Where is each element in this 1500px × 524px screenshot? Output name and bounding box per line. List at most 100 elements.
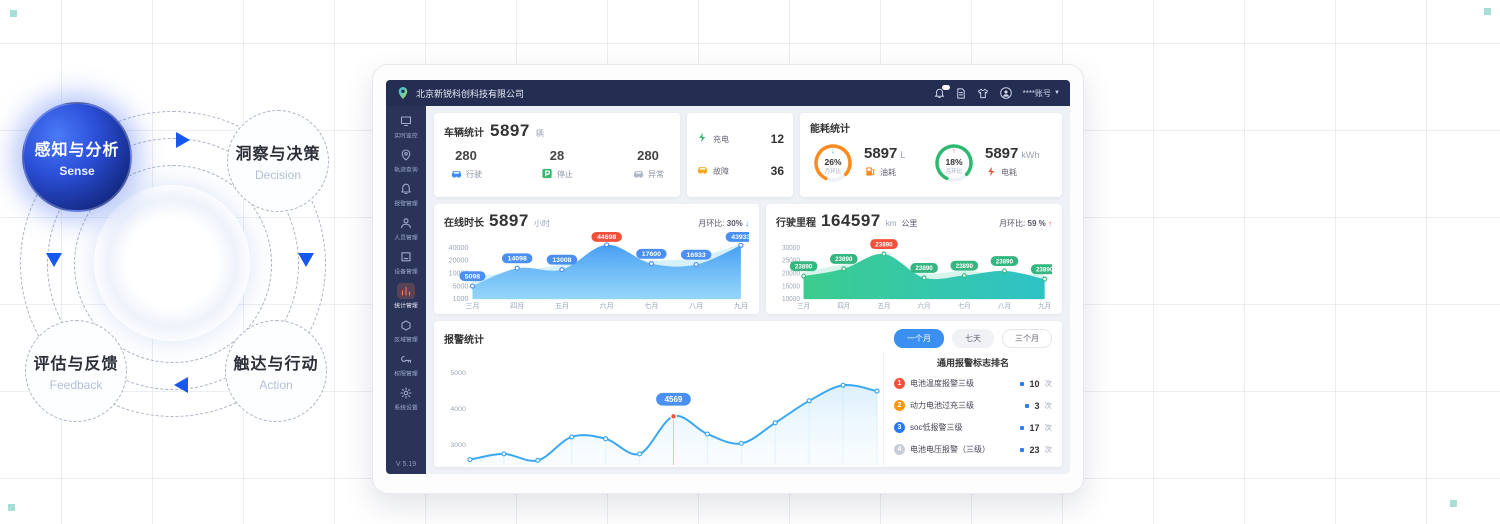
rank-badge-icon: 1: [894, 378, 905, 389]
svg-text:18%: 18%: [945, 157, 962, 167]
count-dot-icon: [1020, 448, 1024, 452]
vehicle-total-unit: 辆: [536, 128, 544, 139]
trend-up-icon: ↑: [1048, 219, 1052, 228]
svg-text:五月: 五月: [878, 302, 891, 310]
bolt-red-icon: [985, 166, 998, 179]
svg-text:5000: 5000: [450, 370, 466, 377]
count-dot-icon: [1025, 404, 1029, 408]
arrow-down-icon: [46, 253, 62, 267]
vehicle-stat-停止: 28停止: [541, 148, 573, 181]
alarm-title: 报警统计: [444, 331, 484, 346]
svg-text:4000: 4000: [450, 406, 466, 413]
alarm-rank-row[interactable]: 3soc低报警三级17次: [894, 422, 1052, 433]
sidebar-item-label: 权限管理: [394, 369, 417, 378]
sidebar-item-label: 区域管理: [394, 335, 417, 344]
alarm-ranking-panel: 通用报警标志排名 1电池温度报警三级10次2动力电池过充三级3次3soc低报警三…: [883, 352, 1052, 467]
accent-square: [1450, 500, 1457, 507]
theme-shirt-icon[interactable]: [977, 88, 989, 99]
alarm-line-chart: 5000 4000 3000 4569: [444, 352, 883, 467]
alarm-rank-row[interactable]: 1电池温度报警三级10次: [894, 378, 1052, 389]
vehicle-stat-行驶: 280行驶: [450, 148, 482, 181]
cycle-node-feedback-en: Feedback: [50, 378, 103, 392]
svg-text:23890: 23890: [835, 256, 853, 263]
vehicle-stats-card: 车辆统计 5897 辆 280行驶28停止280异常: [434, 113, 680, 197]
energy-value: 5897: [864, 145, 897, 162]
document-icon[interactable]: [956, 88, 966, 99]
sidebar-item-1[interactable]: 实时监控: [393, 113, 419, 140]
svg-text:3000: 3000: [450, 442, 466, 449]
svg-text:17600: 17600: [642, 251, 661, 258]
svg-text:23890: 23890: [915, 265, 933, 272]
svg-text:5000: 5000: [453, 283, 469, 290]
person-icon: [397, 215, 415, 231]
svg-text:月环比: 月环比: [825, 167, 842, 175]
accent-square: [1484, 8, 1491, 15]
key-icon: [397, 351, 415, 367]
sidebar-item-9[interactable]: 系统设置: [393, 385, 419, 412]
cycle-node-action-en: Action: [259, 378, 292, 392]
company-name: 北京新锐科创科技有限公司: [416, 87, 934, 100]
svg-text:23890: 23890: [795, 263, 813, 270]
notification-badge: [942, 85, 950, 90]
sidebar-item-label: 实时监控: [394, 131, 417, 140]
arrow-right-icon: [176, 132, 190, 148]
notification-bell-icon[interactable]: [934, 88, 945, 99]
sidebar-item-label: 轨迹查询: [394, 165, 417, 174]
vehicle-card-title: 车辆统计: [444, 124, 484, 139]
stats-icon: [397, 283, 415, 299]
mileage-mom: 月环比: 59 % ↑: [999, 218, 1052, 229]
ring-gauge-icon: ↓26%月环比: [810, 138, 856, 186]
svg-text:23890: 23890: [875, 241, 893, 248]
range-button-1[interactable]: 一个月: [894, 329, 944, 348]
mileage-unit: 公里: [901, 218, 917, 229]
svg-text:40000: 40000: [449, 245, 469, 252]
svg-text:1000: 1000: [453, 296, 469, 303]
alarm-rank-row[interactable]: 4电池电压报警（三级）23次: [894, 444, 1052, 455]
trend-down-icon: ↓: [745, 219, 749, 228]
sidebar-item-label: 报警管理: [394, 199, 417, 208]
online-mom: 月环比: 30% ↓: [698, 218, 749, 229]
svg-text:16933: 16933: [687, 252, 706, 259]
sidebar-item-7[interactable]: 区域管理: [393, 317, 419, 344]
sidebar-item-4[interactable]: 人员管理: [393, 215, 419, 242]
mileage-card: 行驶里程 164597 km 公里 月环比: 59 % ↑ 3000025000…: [766, 204, 1062, 314]
range-button-3[interactable]: 三个月: [1002, 329, 1052, 348]
sidebar-item-3[interactable]: 报警管理: [393, 181, 419, 208]
sidebar-item-6[interactable]: 统计管理: [393, 283, 419, 310]
energy-stats-card: 能耗统计 ↓26%月环比5897L油耗↑18%月环比5897kWh电耗: [800, 113, 1062, 197]
svg-text:4569: 4569: [665, 395, 683, 404]
svg-text:23890: 23890: [1036, 266, 1052, 273]
sidebar-item-label: 设备管理: [394, 267, 417, 276]
avatar[interactable]: [1000, 87, 1012, 99]
alarm-stats-card: 报警统计 一个月七天三个月 5000400030004569 通用报警标志排名 …: [434, 321, 1062, 467]
accent-square: [10, 10, 17, 17]
account-menu[interactable]: ****账号 ▼: [1023, 88, 1060, 99]
svg-text:月环比: 月环比: [946, 167, 963, 175]
svg-text:四月: 四月: [837, 302, 850, 310]
sidebar-nav: 实时监控轨迹查询报警管理人员管理设备管理统计管理区域管理权限管理系统设置V 5.…: [386, 106, 426, 474]
app-logo-icon: [396, 86, 410, 100]
svg-text:六月: 六月: [918, 301, 931, 310]
svg-text:八月: 八月: [689, 302, 703, 310]
accent-square: [8, 504, 15, 511]
alarm-rank-row[interactable]: 2动力电池过充三级3次: [894, 400, 1052, 411]
svg-text:三月: 三月: [797, 302, 810, 310]
online-title: 在线时长: [444, 214, 484, 229]
fuel-icon: [864, 166, 877, 179]
car-orange-icon: [696, 162, 709, 180]
sidebar-item-5[interactable]: 设备管理: [393, 249, 419, 276]
energy-card-title: 能耗统计: [810, 120, 1052, 135]
sidebar-item-label: 人员管理: [394, 233, 417, 242]
cycle-node-sense-en: Sense: [59, 164, 94, 178]
sidebar-item-2[interactable]: 轨迹查询: [393, 147, 419, 174]
mileage-total: 164597: [821, 211, 881, 231]
range-button-2[interactable]: 七天: [952, 329, 994, 348]
mileage-chart: 3000025000200001500010000三月四月五月六月七月八月九月2…: [776, 231, 1052, 310]
parking-green-icon: [541, 168, 554, 181]
svg-text:23890: 23890: [996, 258, 1014, 265]
car-blue-icon: [450, 168, 463, 181]
sidebar-item-8[interactable]: 权限管理: [393, 351, 419, 378]
cycle-diagram: 感知与分析 Sense 洞察与决策 Decision 评估与反馈 Feedbac…: [8, 95, 348, 425]
online-unit: 小时: [534, 218, 550, 229]
cycle-node-sense-zh: 感知与分析: [34, 136, 119, 160]
